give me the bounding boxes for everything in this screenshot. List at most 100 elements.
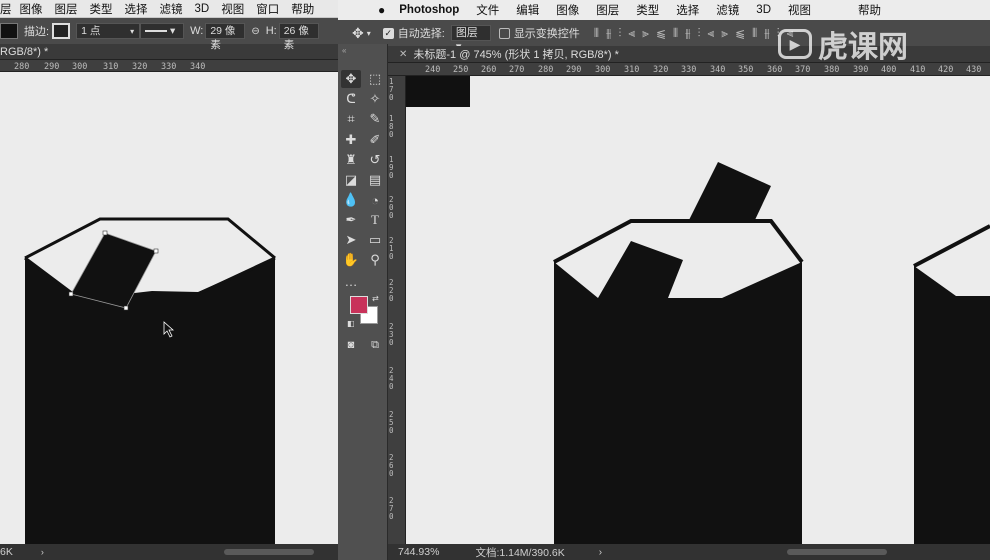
menu-item[interactable]: 编辑	[516, 2, 539, 18]
crop-tool-icon[interactable]: ⌗	[341, 110, 361, 128]
magic-wand-tool-icon[interactable]: ✧	[365, 90, 385, 108]
healing-brush-tool-icon[interactable]: ✚	[341, 131, 361, 149]
chevron-down-icon[interactable]: ▾	[367, 29, 371, 38]
swap-colors-icon[interactable]: ⇄	[372, 294, 379, 303]
width-field[interactable]: 29 像素	[205, 23, 246, 51]
status-arrow-icon[interactable]: ›	[599, 547, 602, 558]
screen-mode-icon[interactable]: ⧉	[365, 336, 385, 354]
align-buttons[interactable]: ⫴⫵⫶⫷⫸⫹⫴⫵⫶⫷⫸⫹⫴⫵⫶⫷	[594, 26, 801, 41]
menu-item[interactable]: 滤镜	[160, 1, 183, 17]
horizontal-scrollbar[interactable]	[787, 549, 888, 555]
stroke-swatch[interactable]	[52, 23, 71, 39]
ruler-tick: 250	[389, 410, 394, 435]
chevron-down-icon[interactable]: ▾	[130, 27, 134, 36]
zoom-tool-icon[interactable]: ⚲	[365, 251, 385, 269]
menu-item[interactable]: 3D	[195, 3, 210, 15]
ruler-tick: 320	[653, 65, 669, 75]
left-canvas-artwork[interactable]	[0, 72, 338, 544]
dodge-tool-icon[interactable]: ◔	[365, 191, 385, 209]
left-status-bar: 6K ›	[0, 544, 338, 560]
history-brush-tool-icon[interactable]: ↺	[365, 151, 385, 169]
ruler-tick: 270	[389, 496, 394, 521]
eyedropper-tool-icon[interactable]: ✎	[365, 110, 385, 128]
right-status-bar: 744.93% 文档:1.14M/390.6K ›	[388, 544, 990, 560]
w-label: W:	[190, 25, 204, 37]
right-cylinder-rim	[913, 224, 990, 268]
menu-item[interactable]: 类型	[636, 2, 659, 18]
menu-app-name[interactable]: Photoshop	[399, 4, 459, 16]
move-tool-icon[interactable]: ✥	[352, 25, 364, 42]
height-field[interactable]: 26 像素	[278, 23, 319, 51]
doc-tab-title[interactable]: 未标题-1 @ 745% (形状 1 拷贝, RGB/8*) *	[413, 46, 619, 62]
eraser-tool-icon[interactable]: ◪	[341, 171, 361, 189]
horizontal-scrollbar[interactable]	[223, 549, 314, 555]
lasso-tool-icon[interactable]: ᕦ	[341, 90, 361, 108]
apple-icon[interactable]: ●	[378, 3, 385, 17]
status-arrow-icon[interactable]: ›	[41, 547, 44, 557]
ruler-tick: 250	[453, 65, 469, 75]
menu-item[interactable]: 3D	[756, 4, 771, 16]
ruler-tick: 360	[767, 65, 783, 75]
foreground-color-swatch[interactable]	[350, 296, 368, 314]
ruler-tick: 170	[389, 77, 394, 102]
marquee-tool-icon[interactable]: ⬚	[365, 70, 385, 88]
menu-item[interactable]: 图像	[20, 1, 43, 17]
transform-handle	[102, 230, 108, 236]
transform-handle	[153, 248, 159, 254]
menu-item[interactable]: 窗口	[256, 1, 279, 17]
menu-item[interactable]: 图像	[556, 2, 579, 18]
ruler-tick: 260	[481, 65, 497, 75]
right-canvas[interactable]	[406, 76, 990, 544]
clone-stamp-tool-icon[interactable]: ♜	[341, 151, 361, 169]
stroke-style-dropdown[interactable]: ▾	[140, 23, 185, 39]
ruler-tick: 240	[425, 65, 441, 75]
link-icon[interactable]: ⊖	[251, 26, 259, 37]
watermark-logo: ▶ 虎课网	[778, 22, 908, 66]
ruler-tick: 420	[938, 65, 954, 75]
gradient-tool-icon[interactable]: ▤	[365, 171, 385, 189]
type-tool-icon[interactable]: T	[365, 211, 385, 229]
show-transform-checkbox[interactable]	[498, 27, 510, 39]
menu-item[interactable]: 滤镜	[716, 2, 739, 18]
menu-item[interactable]: 选择	[125, 1, 148, 17]
menu-item[interactable]: 帮助	[858, 2, 881, 18]
zoom-level[interactable]: 744.93%	[398, 546, 439, 558]
blur-tool-icon[interactable]: 💧	[341, 191, 361, 209]
menu-item[interactable]: 视图	[788, 2, 811, 18]
auto-select-checkbox[interactable]: ✓	[382, 27, 394, 39]
menu-item[interactable]: 视图	[221, 1, 244, 17]
menu-item[interactable]: 文件	[476, 2, 499, 18]
top-left-black-shape	[406, 76, 470, 107]
hand-tool-icon[interactable]: ✋	[341, 251, 361, 269]
rectangle-tool-icon[interactable]: ▭	[365, 231, 385, 249]
quick-mask-icon[interactable]: ◙	[341, 336, 361, 354]
ruler-tick: 330	[161, 62, 177, 72]
status-text: 6K	[0, 546, 13, 558]
ruler-tick: 230	[389, 322, 394, 347]
fill-swatch[interactable]	[0, 23, 18, 39]
move-tool-icon[interactable]: ✥	[341, 70, 361, 88]
tilted-rectangle-shape	[688, 162, 771, 222]
ruler-tick: 280	[538, 65, 554, 75]
panel-collapse-icon[interactable]: «	[342, 46, 346, 55]
menu-item[interactable]: 选择	[676, 2, 699, 18]
brush-tool-icon[interactable]: ✐	[365, 131, 385, 149]
h-label: H:	[265, 25, 277, 37]
menu-item[interactable]: 图层	[55, 1, 78, 17]
right-ruler-vertical: 170 180 190 200 210 220 230 240 250 260 …	[388, 76, 406, 544]
default-colors-icon[interactable]: ◧	[347, 319, 355, 328]
ruler-tick: 370	[795, 65, 811, 75]
auto-select-dropdown[interactable]: 图层 ▾	[450, 25, 491, 53]
menu-item[interactable]: 层	[0, 1, 12, 17]
menu-item[interactable]: 帮助	[291, 1, 314, 17]
menu-item[interactable]: 类型	[90, 1, 113, 17]
ruler-tick: 310	[624, 65, 640, 75]
pen-tool-icon[interactable]: ✒	[341, 211, 361, 229]
document-size: 文档:1.14M/390.6K	[475, 546, 565, 559]
menu-item[interactable]: 图层	[596, 2, 619, 18]
close-tab-icon[interactable]: ✕	[399, 49, 407, 60]
more-tools-icon[interactable]: …	[341, 272, 361, 290]
transform-handle	[123, 305, 129, 311]
left-ruler-horizontal: 280 290 300 310 320 330 340	[0, 60, 338, 72]
path-selection-tool-icon[interactable]: ➤	[341, 231, 361, 249]
